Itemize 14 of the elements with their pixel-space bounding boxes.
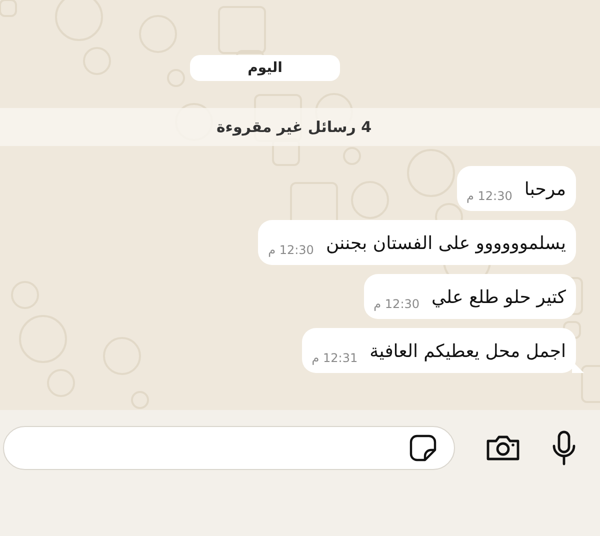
camera-icon[interactable]: [485, 434, 521, 462]
unread-banner: 4 رسائل غير مقروءة: [0, 108, 600, 146]
message-input-field[interactable]: [3, 426, 455, 470]
message-time: 12:30 م: [268, 242, 314, 257]
message-text: كتير حلو طلع علي: [432, 286, 566, 308]
message-time: 12:30 م: [374, 296, 420, 311]
message-text: اجمل محل يعطيكم العافية: [370, 340, 566, 362]
sticker-icon[interactable]: [409, 434, 437, 462]
message-text: يسلموووووو على الفستان بجننن: [326, 232, 566, 254]
message-time: 12:31 م: [312, 350, 358, 365]
date-label: اليوم: [190, 55, 340, 81]
message-text: مرحبا: [524, 178, 566, 200]
microphone-icon[interactable]: [551, 430, 577, 466]
message-time: 12:30 م: [466, 188, 512, 203]
